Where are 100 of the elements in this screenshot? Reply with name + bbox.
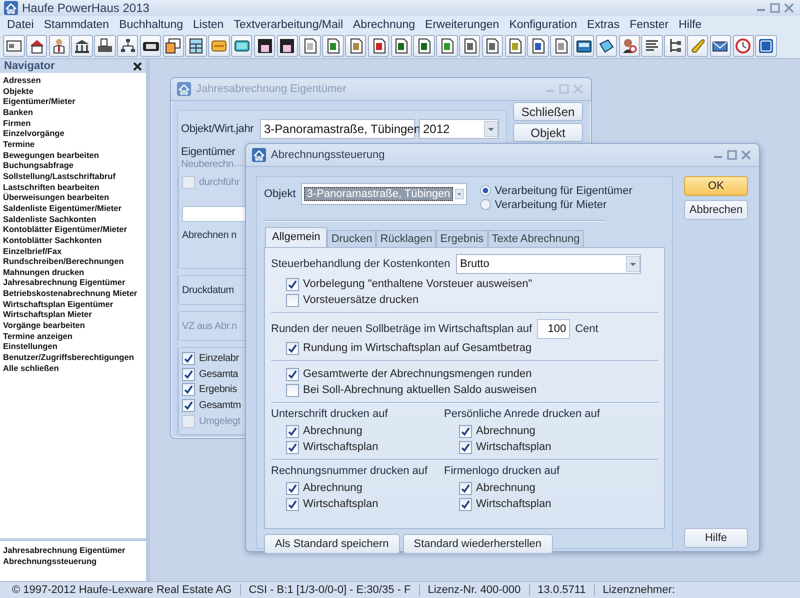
checkbox-label: Abrechnung [303,425,362,437]
group-label: Firmenlogo drucken auf [444,465,561,479]
button[interactable]: Abbrechen [684,200,748,220]
navigator-item[interactable]: Kontoblätter Sachkonten [3,234,146,246]
status-text: Lizenz-Nr. 400-000 [420,584,530,596]
navigator-title: Navigator [4,60,55,72]
group-title: Neuberechn [180,159,234,170]
checkbox-label: Einzelabr [199,353,239,364]
tab[interactable]: Rücklagen [376,230,436,247]
navigator-item[interactable]: Termine [3,138,146,150]
navigator-item[interactable]: Adressen [3,75,146,86]
menu-item[interactable]: Textverarbeitung/Mail [228,18,348,30]
navigator-item[interactable]: Alle schließen [3,362,146,374]
navigator-item[interactable]: Saldenliste Eigentümer/Mieter [3,202,146,214]
button[interactable]: Objekt [513,123,583,142]
navigator-item[interactable]: Buchungsabfrage [3,160,146,171]
navigator-item[interactable]: Lastschriften bearbeiten [3,182,146,192]
menu-item[interactable]: Stammdaten [38,18,114,30]
menu-item[interactable]: Abrechnung [348,18,420,30]
navigator-item[interactable]: Sollstellung/Lastschriftabruf [3,170,146,182]
open-window-item[interactable]: Jahresabrechnung Eigentümer [3,545,146,556]
field-label: Druckdatum [182,284,234,296]
field-label: Runden der neuen Sollbeträge im Wirtschaftsplan auf [271,323,532,335]
checkbox-label: Wirtschaftsplan [303,498,378,510]
checkbox-label: Wirtschaftsplan [476,498,552,510]
tab[interactable]: Allgemein [265,227,328,247]
navigator-item[interactable]: Jahresabrechnung Eigentümer [3,277,146,288]
navigator-item[interactable]: Überweisungen bearbeiten [3,192,146,203]
navigator-item[interactable]: Mahnungen drucken [3,266,146,278]
status-text: CSI - B:1 [1/3-0/0-0] - E:30/35 - F [240,584,420,596]
group-label: Rechnungsnummer drucken auf [271,465,429,479]
tab[interactable]: Drucken [327,230,376,247]
button[interactable]: Als Standard speichern [264,534,400,554]
field-label: Abrechnen n [182,230,237,241]
open-window-item[interactable]: Abrechnungssteuerung [3,556,146,567]
button[interactable]: Schließen [513,102,583,121]
field-label: Steuerbehandlung der Kostenkonten [271,258,450,270]
navigator-item[interactable]: Betriebskostenabrechnung Mieter [3,288,146,299]
checkbox-label: Vorsteuersätze drucken [303,294,419,306]
checkbox-label: Ergebnis [199,384,237,396]
radio-label: Verarbeitung für Eigentümer [494,184,632,196]
radio-label: Verarbeitung für Mieter [494,198,607,210]
navigator-item[interactable]: Benutzer/Zugriffsberechtigungen [3,352,146,363]
menu-item[interactable]: Extras [582,18,625,30]
navigator-item[interactable]: Saldenliste Sachkonten [3,214,146,224]
navigator-item[interactable]: Bewegungen bearbeiten [3,150,146,160]
rounding-field[interactable]: 100 [537,319,570,339]
checkbox-label: Umgelegt [199,416,240,427]
ok-button[interactable]: OK [684,176,748,196]
checkbox-label: Gesamtm [199,400,241,412]
menu-item[interactable]: Konfiguration [504,18,582,30]
navigator-item[interactable]: Einzelbrief/Fax [3,246,146,256]
menu-item[interactable]: Buchhaltung [114,18,188,30]
navigator-item[interactable]: Vorgänge bearbeiten [3,320,146,331]
navigator-item[interactable]: Einstellungen [3,341,146,352]
field-label: Objekt [264,188,296,200]
status-text: © 1997-2012 Haufe-Lexware Real Estate AG [4,584,241,596]
checkbox-label: Bei Soll-Abrechnung aktuellen Saldo ausweisen [303,384,537,396]
checkbox-label: Abrechnung [476,482,536,494]
navigator-item[interactable]: Kontoblätter Eigentümer/Mieter [3,224,146,235]
checkbox-label: Gesamta [199,368,238,380]
navigator-item[interactable]: Rundschreiben/Berechnungen [3,256,146,267]
checkbox-label: Vorbelegung "enthaltene Vorsteuer ausweisen" [303,278,532,290]
navigator-item[interactable]: Firmen [3,118,146,128]
checkbox-label: Wirtschaftsplan [476,441,552,453]
menu-item[interactable]: Hilfe [674,18,707,30]
checkbox-label: Gesamtwerte der Abrechnungsmengen runden [303,368,532,380]
tab[interactable]: Texte Abrechnung [488,230,584,247]
menu-item[interactable]: Listen [188,18,229,30]
navigator-item[interactable]: Einzelvorgänge [3,128,146,139]
field-label: VZ aus Abr.n [182,320,237,332]
checkbox-label: Abrechnung [476,425,536,437]
navigator-item[interactable]: Objekte [3,86,146,96]
checkbox-label: Rundung im Wirtschaftsplan auf Gesamtbetrag [303,342,532,354]
unit-label: Cent [575,323,598,335]
button[interactable]: Standard wiederherstellen [402,534,553,554]
checkbox-label: Wirtschaftsplan [303,441,378,453]
tax-dropdown[interactable]: Brutto [456,254,641,274]
checkbox-label: durchführ [199,176,240,188]
status-text: Lizenznehmer: [602,584,676,596]
navigator-item[interactable]: Termine anzeigen [3,330,146,342]
tab[interactable]: Ergebnis [436,230,488,247]
menu-item[interactable]: Datei [2,18,39,30]
navigator-item[interactable]: Eigentümer/Mieter [3,96,146,107]
navigator-item[interactable]: Wirtschaftsplan Mieter [3,309,146,320]
button[interactable]: Hilfe [684,528,748,548]
window-title: Abrechnungssteuerung [271,149,386,161]
group-label: Unterschrift drucken auf [271,408,389,422]
checkbox-label: Abrechnung [303,482,362,494]
group-label: Persönliche Anrede drucken auf [444,408,601,422]
status-text: 13.0.5711 [530,584,595,596]
field-label: Objekt/Wirt.jahr [181,123,255,135]
year-dropdown[interactable]: 2012 [419,119,499,139]
menu-item[interactable]: Fenster [624,18,674,30]
menu-item[interactable]: Erweiterungen [420,18,504,30]
window-title: Jahresabrechnung Eigentümer [196,83,348,95]
navigator-item[interactable]: Banken [3,106,146,118]
field-label: Eigentümer [181,146,236,158]
window-title: Haufe PowerHaus 2013 [22,1,150,15]
navigator-item[interactable]: Wirtschaftsplan Eigentümer [3,298,146,310]
